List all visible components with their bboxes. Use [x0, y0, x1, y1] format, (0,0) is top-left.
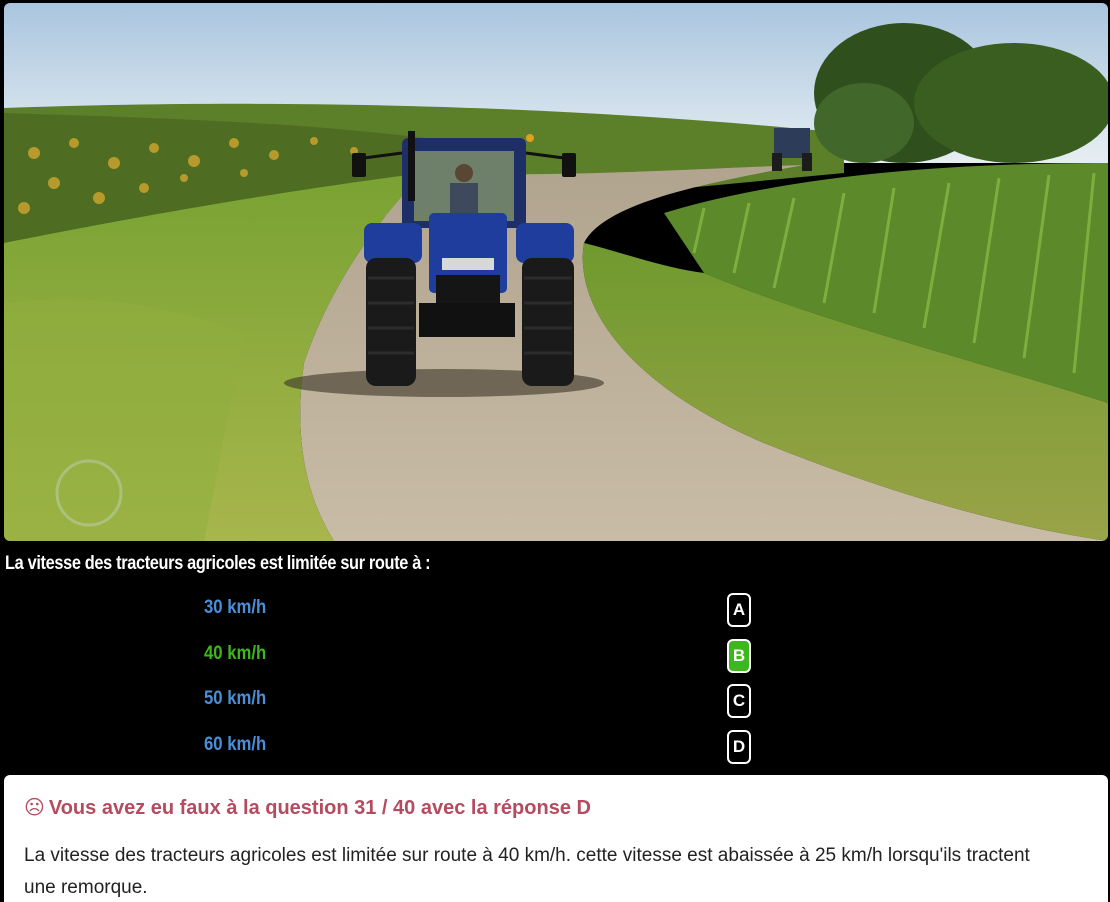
feedback-panel: ☹ Vous avez eu faux à la question 31 / 40… — [4, 775, 1108, 902]
feedback-title: Vous avez eu faux à la question 31 / 40 … — [48, 797, 591, 819]
answer-a-label[interactable]: 30 km/h — [204, 597, 266, 619]
answer-b-label[interactable]: 40 km/h — [204, 643, 266, 665]
answer-d-label[interactable]: 60 km/h — [204, 734, 266, 756]
answer-b-button[interactable]: B — [727, 639, 751, 673]
feedback-title-row: ☹ Vous avez eu faux à la question 31 / 40… — [24, 795, 1108, 820]
quiz-page: La vitesse des tracteurs agricoles est l… — [0, 0, 1110, 902]
answer-c-button[interactable]: C — [727, 684, 751, 718]
feedback-explanation: La vitesse des tracteurs agricoles est l… — [24, 845, 1030, 898]
answer-a-button[interactable]: A — [727, 593, 751, 627]
question-text: La vitesse des tracteurs agricoles est l… — [5, 553, 431, 574]
question-photo — [4, 3, 1108, 541]
answer-c-label[interactable]: 50 km/h — [204, 688, 266, 710]
answer-d-button[interactable]: D — [727, 730, 751, 764]
sad-face-icon: ☹ — [24, 795, 45, 819]
